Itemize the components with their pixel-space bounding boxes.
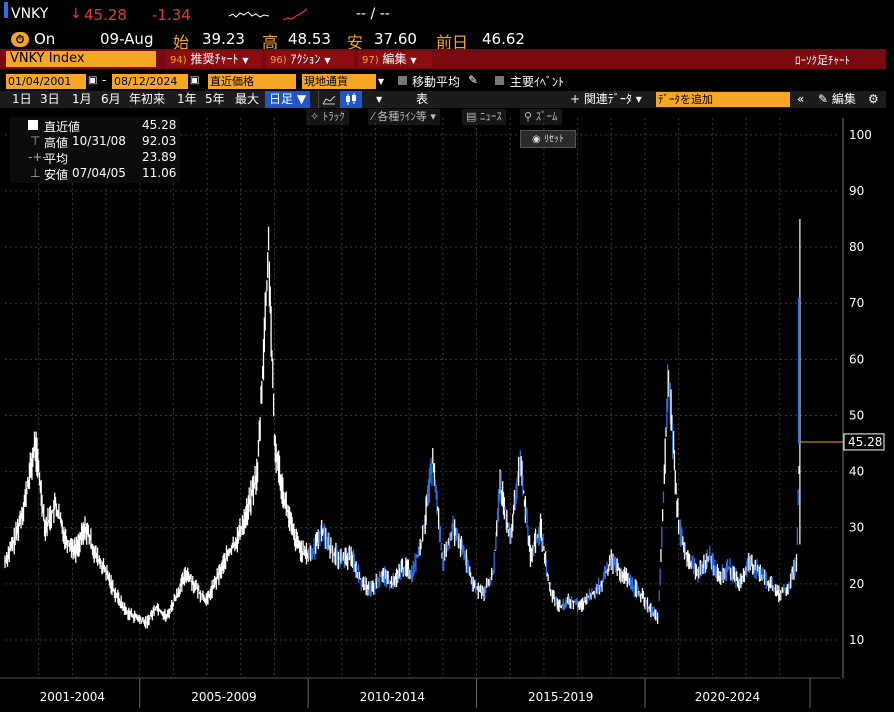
y-tick-label: 60 — [849, 352, 864, 366]
edit-label: 編集 — [831, 92, 856, 106]
net-change: -1.34 — [152, 6, 191, 24]
legend-low-date: 07/04/05 — [72, 166, 126, 180]
range-1m[interactable]: 1月 — [72, 91, 92, 108]
table-view-button[interactable]: 表 — [416, 91, 428, 108]
calendar-icon[interactable]: ▣ — [88, 75, 97, 86]
y-tick-label: 20 — [849, 577, 864, 591]
pencil-icon[interactable]: ✎ — [468, 73, 478, 87]
y-tick-label: 10 — [849, 633, 864, 647]
x-period-label: 2020-2024 — [695, 690, 760, 704]
range-1y[interactable]: 1年 — [177, 91, 197, 108]
y-tick-label: 30 — [849, 521, 864, 535]
chart-legend: 直近値 45.28 ⊤ 高値 10/31/08 92.03 -+- 平均 23.… — [10, 117, 180, 183]
ticker-flag — [4, 2, 8, 18]
last-price-tag-label: 45.28 — [848, 435, 882, 449]
direction-arrow: ↓ — [70, 6, 82, 22]
high-value: 48.53 — [288, 30, 331, 48]
dropdown-arrow-icon: ▼ — [324, 56, 331, 65]
low-marker-icon: ⊥ — [30, 166, 41, 180]
y-tick-label: 70 — [849, 296, 864, 310]
settings-gear-icon[interactable]: ⚙ — [868, 91, 879, 108]
legend-avg-value: 23.89 — [142, 150, 177, 164]
legend-high-date: 10/31/08 — [72, 134, 126, 148]
quote-date: 09-Aug — [100, 30, 154, 48]
legend-low-label: 安値 — [44, 168, 69, 182]
related-data-label: 関連ﾃﾞｰﾀ — [583, 92, 632, 106]
market-status-icon: ⏱ — [11, 32, 29, 47]
end-date-field[interactable]: 08/12/2024 — [112, 74, 188, 89]
menu-number: 94) — [170, 55, 187, 66]
price-field-select[interactable]: 直近価格 — [208, 74, 296, 89]
candle-chart-icon — [346, 93, 356, 105]
menu-label: 編集 — [382, 52, 407, 66]
calendar-icon[interactable]: ▣ — [190, 75, 199, 86]
currency-select[interactable]: 現地通貨 — [302, 74, 376, 89]
legend-swatch — [28, 120, 38, 130]
period-label: 日足 — [269, 92, 294, 106]
key-events-label: 主要ｲﾍﾞﾝﾄ — [510, 75, 565, 89]
x-period-label: 2010-2014 — [360, 690, 425, 704]
x-period-label: 2015-2019 — [528, 690, 593, 704]
collapse-icon[interactable]: « — [797, 91, 804, 108]
menu-actions[interactable]: 96) ｱｸｼｮﾝ ▼ — [266, 51, 354, 67]
last-price: 45.28 — [84, 6, 127, 24]
y-tick-label: 80 — [849, 240, 864, 254]
range-6m[interactable]: 6月 — [101, 91, 121, 108]
legend-high-label: 高値 — [44, 136, 69, 150]
menu-recommended-charts[interactable]: 94) 推奨ﾁｬｰﾄ ▼ — [166, 51, 262, 67]
range-1d[interactable]: 1日 — [12, 91, 32, 108]
moving-average-label: 移動平均 — [412, 75, 461, 89]
y-tick-label: 40 — [849, 465, 864, 479]
legend-last-label: 直近値 — [44, 120, 81, 134]
add-data-field[interactable]: ﾃﾞｰﾀを追加 — [656, 92, 790, 107]
edit-button[interactable]: ✎ 編集 — [818, 91, 856, 108]
menu-label: ｱｸｼｮﾝ — [290, 52, 321, 66]
prev-close-value: 46.62 — [482, 30, 525, 48]
security-field[interactable]: VNKY Index — [6, 51, 156, 67]
key-events-checkbox[interactable] — [495, 76, 504, 85]
history-spark-icon — [282, 8, 308, 21]
line-chart-icon[interactable] — [322, 94, 336, 105]
high-marker-icon: ⊤ — [30, 134, 41, 148]
open-value: 39.23 — [202, 30, 245, 48]
menu-label: 推奨ﾁｬｰﾄ — [190, 52, 239, 66]
legend-high-value: 92.03 — [142, 134, 177, 148]
dropdown-arrow-icon[interactable]: ▼ — [376, 91, 382, 108]
range-max[interactable]: 最大 — [235, 91, 259, 108]
y-tick-label: 100 — [849, 128, 872, 142]
start-date-field[interactable]: 01/04/2001 — [6, 74, 86, 89]
x-period-label: 2001-2004 — [40, 690, 105, 704]
y-tick-label: 90 — [849, 184, 864, 198]
legend-low-value: 11.06 — [142, 166, 177, 180]
range-ytd[interactable]: 年初来 — [129, 91, 165, 108]
range-3d[interactable]: 3日 — [40, 91, 60, 108]
moving-average-checkbox[interactable] — [398, 76, 407, 85]
legend-last-value: 45.28 — [142, 118, 177, 132]
dropdown-arrow-icon[interactable]: ▼ — [378, 77, 384, 86]
intraday-spark-icon — [228, 11, 270, 18]
dropdown-arrow-icon: ▼ — [410, 56, 417, 65]
price-chart[interactable]: 10 20 30 40 50 60 70 80 90 100 2001-2004 2005-2009 2… — [0, 108, 894, 712]
y-tick-label: 50 — [849, 408, 864, 422]
candle-chart-button[interactable] — [340, 91, 362, 108]
market-status: On — [34, 30, 56, 48]
period-select[interactable]: 日足 ▼ — [265, 91, 311, 108]
menu-number: 96) — [270, 55, 287, 66]
x-period-label: 2005-2009 — [191, 690, 256, 704]
date-separator: - — [102, 73, 107, 87]
ticker-symbol[interactable]: VNKY — [11, 6, 48, 22]
chart-type-label[interactable]: ﾛｰｿｸ足ﾁｬｰﾄ — [795, 52, 850, 68]
divider — [318, 91, 319, 108]
menu-edit[interactable]: 97) 編集 ▼ — [358, 51, 432, 67]
menu-number: 97) — [362, 55, 379, 66]
range-5y[interactable]: 5年 — [205, 91, 225, 108]
dropdown-arrow-icon: ▼ — [242, 56, 249, 65]
related-data-button[interactable]: + 関連ﾃﾞｰﾀ ▾ — [570, 91, 642, 108]
bid-ask: -- / -- — [356, 6, 390, 22]
legend-avg-label: 平均 — [44, 152, 69, 166]
low-value: 37.60 — [374, 30, 417, 48]
